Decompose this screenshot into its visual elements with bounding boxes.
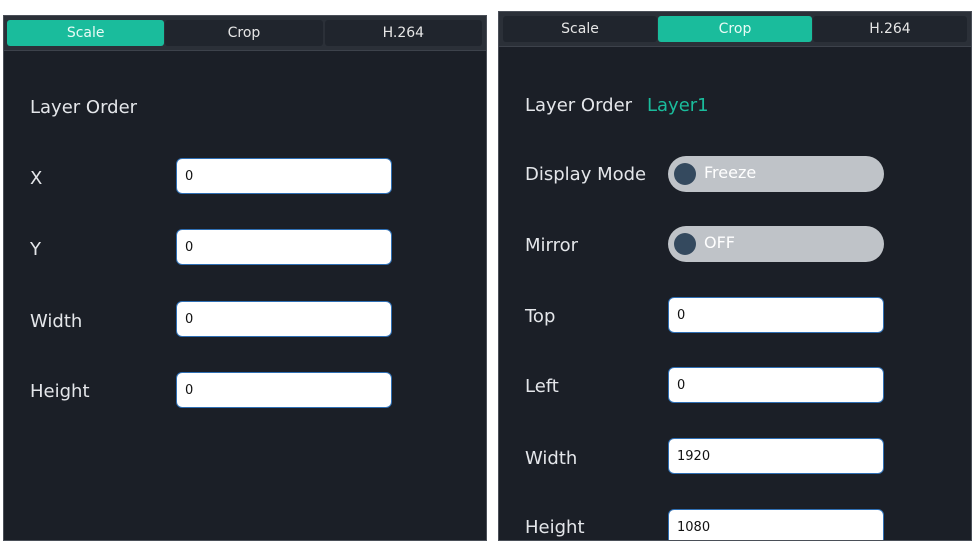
- tab-scale[interactable]: Scale: [7, 20, 165, 46]
- width-input[interactable]: [668, 438, 884, 474]
- width-label: Width: [525, 448, 578, 469]
- top-input[interactable]: [668, 297, 884, 333]
- scale-panel: Scale Crop H.264 Layer Order X Y Width H…: [3, 15, 487, 541]
- y-input[interactable]: [176, 229, 392, 265]
- y-label: Y: [30, 239, 41, 260]
- left-input[interactable]: [668, 367, 884, 403]
- layer-order-label: Layer Order: [30, 97, 138, 118]
- display-mode-label: Display Mode: [525, 164, 647, 185]
- display-mode-toggle[interactable]: Freeze: [668, 156, 884, 192]
- mirror-toggle[interactable]: OFF: [668, 226, 884, 262]
- tab-crop[interactable]: Crop: [165, 20, 323, 46]
- height-label: Height: [30, 381, 90, 402]
- tab-h264[interactable]: H.264: [813, 16, 967, 42]
- tab-crop[interactable]: Crop: [658, 16, 812, 42]
- top-label: Top: [525, 306, 556, 327]
- height-label: Height: [525, 517, 585, 538]
- width-label: Width: [30, 311, 83, 332]
- tab-h264[interactable]: H.264: [324, 20, 482, 46]
- left-label: Left: [525, 376, 559, 397]
- layer-order-value: Layer1: [647, 95, 709, 116]
- x-label: X: [30, 168, 43, 189]
- tab-bar: Scale Crop H.264: [499, 12, 971, 47]
- mirror-label: Mirror: [525, 235, 579, 256]
- tab-bar: Scale Crop H.264: [4, 16, 486, 51]
- x-input[interactable]: [176, 158, 392, 194]
- mirror-value: OFF: [704, 233, 735, 252]
- toggle-knob: [674, 233, 696, 255]
- width-input[interactable]: [176, 301, 392, 337]
- height-input[interactable]: [668, 509, 884, 540]
- layer-order-label: Layer Order: [525, 95, 633, 116]
- crop-panel: Scale Crop H.264 Layer Order Layer1 Disp…: [498, 11, 972, 541]
- tab-scale[interactable]: Scale: [503, 16, 657, 42]
- height-input[interactable]: [176, 372, 392, 408]
- display-mode-value: Freeze: [704, 163, 757, 182]
- toggle-knob: [674, 163, 696, 185]
